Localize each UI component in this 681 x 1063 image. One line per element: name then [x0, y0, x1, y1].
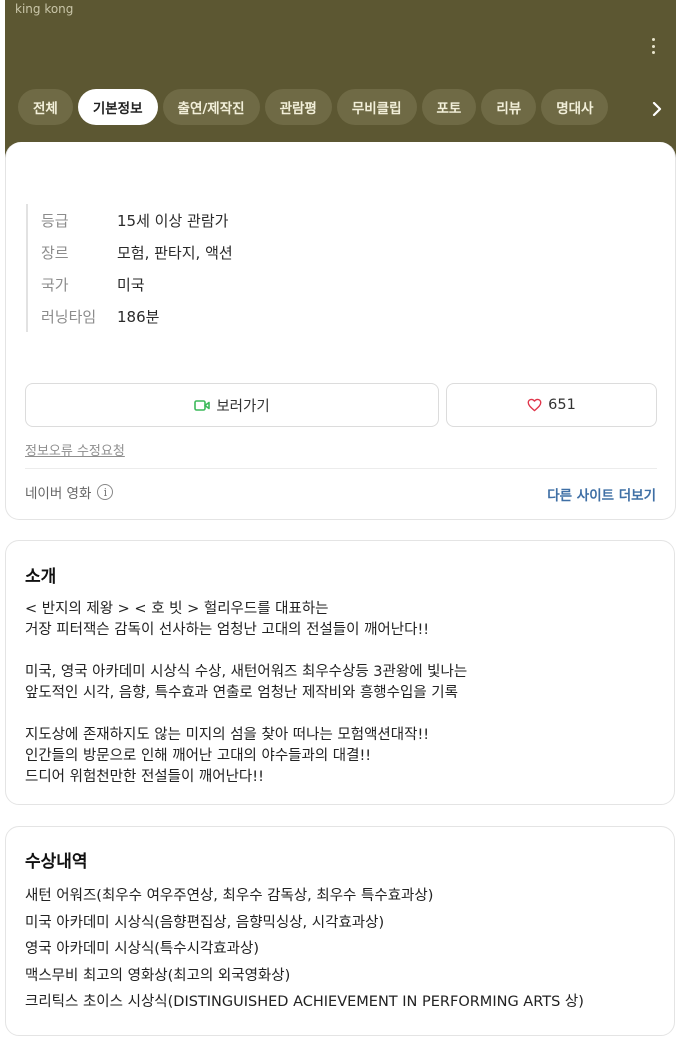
tab-basic-info[interactable]: 기본정보 [77, 89, 158, 125]
award-item: 새턴 어워즈(최우수 여우주연상, 최우수 감독상, 최우수 특수효과상) [25, 888, 434, 904]
award-item: 영국 아카데미 시상식(특수시각효과상) [25, 941, 259, 957]
intro-line: 인간들의 방문으로 인해 깨어난 고대의 야수들과의 대결!! [25, 748, 372, 764]
intro-title: 소개 [25, 567, 57, 587]
awards-list: 새턴 어워즈(최우수 여우주연상, 최우수 감독상, 최우수 특수효과상) 미국… [25, 883, 584, 1016]
intro-line: 앞도적인 시각, 음향, 특수효과 연출로 엄청난 제작비와 흥행수입을 기록 [25, 685, 458, 701]
basic-info-card: 등급 15세 이상 관람가 장르 모험, 판타지, 액션 국가 미국 러닝타임 … [5, 142, 676, 520]
tab-quotes[interactable]: 명대사 [541, 89, 609, 125]
info-value: 15세 이상 관람가 [117, 211, 229, 230]
info-value: 미국 [117, 275, 145, 294]
info-list: 등급 15세 이상 관람가 장르 모험, 판타지, 액션 국가 미국 러닝타임 … [26, 204, 233, 332]
tab-cast-crew[interactable]: 출연/제작진 [162, 89, 260, 125]
more-sites-link[interactable]: 다른 사이트 더보기 [547, 484, 656, 504]
tab-review-posts[interactable]: 리뷰 [481, 89, 537, 125]
header: king kong [5, 0, 676, 160]
like-count: 651 [548, 397, 576, 413]
intro-line: 지도상에 존재하지도 않는 미지의 섬을 찾아 떠나는 모험액션대작!! [25, 727, 430, 743]
tab-bar: 전체 기본정보 출연/제작진 관람평 무비클립 포토 리뷰 명대사 [18, 89, 643, 125]
award-item: 미국 아카데미 시상식(음향편집상, 음향믹싱상, 시각효과상) [25, 914, 385, 931]
info-row-country: 국가 미국 [41, 268, 233, 300]
tab-all[interactable]: 전체 [18, 89, 73, 125]
source: 네이버 영화 i [25, 482, 114, 502]
video-camera-icon [194, 399, 211, 411]
award-item: 크리틱스 초이스 시상식(DISTINGUISHED ACHIEVEMENT I… [25, 994, 584, 1010]
intro-line: 드디어 위험천만한 전설들이 깨어난다!! [25, 769, 264, 785]
awards-card: 수상내역 새턴 어워즈(최우수 여우주연상, 최우수 감독상, 최우수 특수효과… [5, 826, 675, 1036]
report-error-link[interactable]: 정보오류 수정요청 [25, 440, 125, 459]
intro-paragraph: 지도상에 존재하지도 않는 미지의 섬을 찾아 떠나는 모험액션대작!! 인간들… [25, 725, 467, 788]
info-key: 러닝타임 [41, 307, 97, 326]
intro-line: 거장 피터잭슨 감독이 선사하는 엄청난 고대의 전설들이 깨어난다!! [25, 622, 430, 638]
info-icon[interactable]: i [97, 484, 114, 500]
intro-paragraph: < 반지의 제왕 > < 호 빗 > 헐리우드를 대표하는 거장 피터잭슨 감독… [25, 599, 467, 641]
awards-title: 수상내역 [25, 852, 88, 872]
intro-body: < 반지의 제왕 > < 호 빗 > 헐리우드를 대표하는 거장 피터잭슨 감독… [25, 599, 467, 809]
info-key: 장르 [41, 243, 69, 262]
app-title: king kong [15, 2, 74, 16]
heart-icon [527, 398, 542, 412]
tab-movie-clips[interactable]: 무비클립 [336, 89, 417, 125]
award-item: 맥스무비 최고의 영화상(최고의 외국영화상) [25, 967, 291, 984]
watch-button[interactable]: 보러가기 [25, 383, 439, 427]
info-value: 모험, 판타지, 액션 [117, 243, 233, 262]
info-row-rating: 등급 15세 이상 관람가 [41, 204, 233, 236]
info-key: 등급 [41, 211, 69, 230]
like-button[interactable]: 651 [446, 383, 657, 427]
tab-reviews[interactable]: 관람평 [264, 89, 332, 125]
intro-card: 소개 < 반지의 제왕 > < 호 빗 > 헐리우드를 대표하는 거장 피터잭슨… [5, 540, 675, 805]
source-label: 네이버 영화 [25, 486, 92, 502]
info-row-runtime: 러닝타임 186분 [41, 300, 233, 332]
intro-line: < 반지의 제왕 > < 호 빗 > 헐리우드를 대표하는 [25, 601, 329, 617]
info-key: 국가 [41, 275, 69, 294]
info-row-genre: 장르 모험, 판타지, 액션 [41, 236, 233, 268]
intro-paragraph: 미국, 영국 아카데미 시상식 수상, 새턴어워즈 최우수상등 3관왕에 빛나는… [25, 662, 467, 704]
chevron-right-icon[interactable] [651, 102, 663, 116]
intro-line: 미국, 영국 아카데미 시상식 수상, 새턴어워즈 최우수상등 3관왕에 빛나는 [25, 664, 468, 680]
divider [25, 468, 657, 469]
watch-label: 보러가기 [216, 398, 270, 415]
info-value: 186분 [117, 307, 160, 326]
tab-photos[interactable]: 포토 [421, 89, 477, 125]
more-menu-icon[interactable] [648, 36, 658, 56]
